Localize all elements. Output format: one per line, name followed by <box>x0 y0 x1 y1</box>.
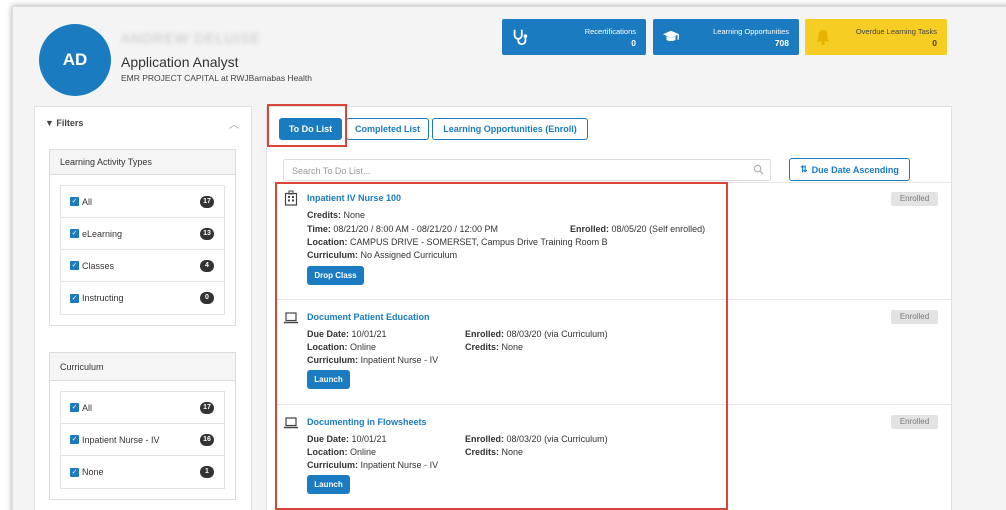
filters-panel: ▼ Filters ︿ Learning Activity Types ✓ All… <box>34 106 252 510</box>
activity-types-group: Learning Activity Types ✓ All 17 ✓ eLearnin… <box>49 149 236 326</box>
status-badge: Enrolled <box>891 310 938 324</box>
sort-icon: ⇅ <box>800 164 808 174</box>
group-title: Curriculum <box>50 353 235 381</box>
filter-label: Instructing <box>82 293 124 303</box>
tab-highlight-annotation <box>267 104 347 147</box>
count-badge: 16 <box>200 433 214 446</box>
status-badge: Enrolled <box>891 192 938 206</box>
count-badge: 13 <box>200 227 214 240</box>
filters-header[interactable]: ▼ Filters <box>45 118 83 128</box>
learning-opportunities-tile[interactable]: Learning Opportunities 708 <box>653 19 799 55</box>
user-organization: EMR PROJECT CAPITAL at RWJBarnabas Healt… <box>121 73 312 83</box>
graduation-cap-icon <box>662 30 680 42</box>
recertifications-tile[interactable]: Recertifications 0 <box>502 19 646 55</box>
overdue-learning-tasks-tile[interactable]: Overdue Learning Tasks 0 <box>805 19 947 55</box>
list-highlight-annotation <box>275 182 728 510</box>
checkbox-checked-icon[interactable]: ✓ <box>70 197 79 206</box>
checkbox-checked-icon[interactable]: ✓ <box>70 467 79 477</box>
curriculum-list: ✓ All 17 ✓ Inpatient Nurse - IV 16 ✓ None 1 <box>60 391 225 489</box>
tile-count: 0 <box>631 38 636 48</box>
tile-count: 708 <box>774 38 789 48</box>
activity-types-list: ✓ All 17 ✓ eLearning 13 ✓ Classes 4 ✓ Instructi… <box>60 185 225 315</box>
filter-option-all[interactable]: ✓ All 17 <box>61 392 224 424</box>
filter-label: eLearning <box>82 228 123 239</box>
search-icon[interactable] <box>753 164 764 175</box>
sort-label: Due Date Ascending <box>811 164 899 175</box>
count-badge: 0 <box>200 292 214 304</box>
status-badge: Enrolled <box>891 415 938 429</box>
checkbox-checked-icon[interactable]: ✓ <box>70 435 79 444</box>
filter-icon: ▼ <box>45 118 57 128</box>
tile-label: Recertifications <box>584 27 636 36</box>
stethoscope-icon <box>513 29 528 46</box>
checkbox-checked-icon[interactable]: ✓ <box>70 403 79 412</box>
group-title: Learning Activity Types <box>50 150 235 175</box>
filter-option-inpatient-nurse-iv[interactable]: ✓ Inpatient Nurse - IV 16 <box>61 424 224 456</box>
filter-label: Inpatient Nurse - IV <box>82 434 160 445</box>
count-badge: 17 <box>200 195 214 208</box>
filters-title: Filters <box>56 118 84 128</box>
chevron-up-icon[interactable]: ︿ <box>229 116 239 131</box>
tile-label: Overdue Learning Tasks <box>855 27 937 36</box>
checkbox-checked-icon[interactable]: ✓ <box>70 261 79 270</box>
filter-option-instructing[interactable]: ✓ Instructing 0 <box>61 282 224 314</box>
search-input[interactable]: Search To Do List... <box>283 159 771 181</box>
checkbox-checked-icon[interactable]: ✓ <box>70 229 79 238</box>
user-name: ANDREW DELUISE <box>121 30 262 46</box>
bell-icon <box>816 29 830 46</box>
count-badge: 4 <box>200 259 214 272</box>
user-role: Application Analyst <box>121 54 239 70</box>
filter-label: All <box>82 402 93 413</box>
count-badge: 17 <box>200 401 214 414</box>
tab-completed-list[interactable]: Completed List <box>346 118 429 140</box>
filter-option-classes[interactable]: ✓ Classes 4 <box>61 250 224 282</box>
count-badge: 1 <box>200 466 214 478</box>
filter-option-elearning[interactable]: ✓ eLearning 13 <box>61 218 224 250</box>
avatar-initials: AD <box>62 50 88 69</box>
avatar: AD <box>39 24 111 96</box>
tile-label: Learning Opportunities <box>713 27 789 36</box>
curriculum-group: Curriculum ✓ All 17 ✓ Inpatient Nurse - IV 1… <box>49 352 236 500</box>
filter-label: Classes <box>82 260 115 271</box>
filter-label: All <box>82 196 93 207</box>
tab-learning-opportunities-enroll[interactable]: Learning Opportunities (Enroll) <box>432 118 588 140</box>
sort-button[interactable]: ⇅ Due Date Ascending <box>789 158 910 181</box>
checkbox-checked-icon[interactable]: ✓ <box>70 293 79 303</box>
filter-option-none[interactable]: ✓ None 1 <box>61 456 224 488</box>
tile-count: 0 <box>932 38 937 48</box>
filter-option-all[interactable]: ✓ All 17 <box>61 186 224 218</box>
filter-label: None <box>82 467 104 477</box>
